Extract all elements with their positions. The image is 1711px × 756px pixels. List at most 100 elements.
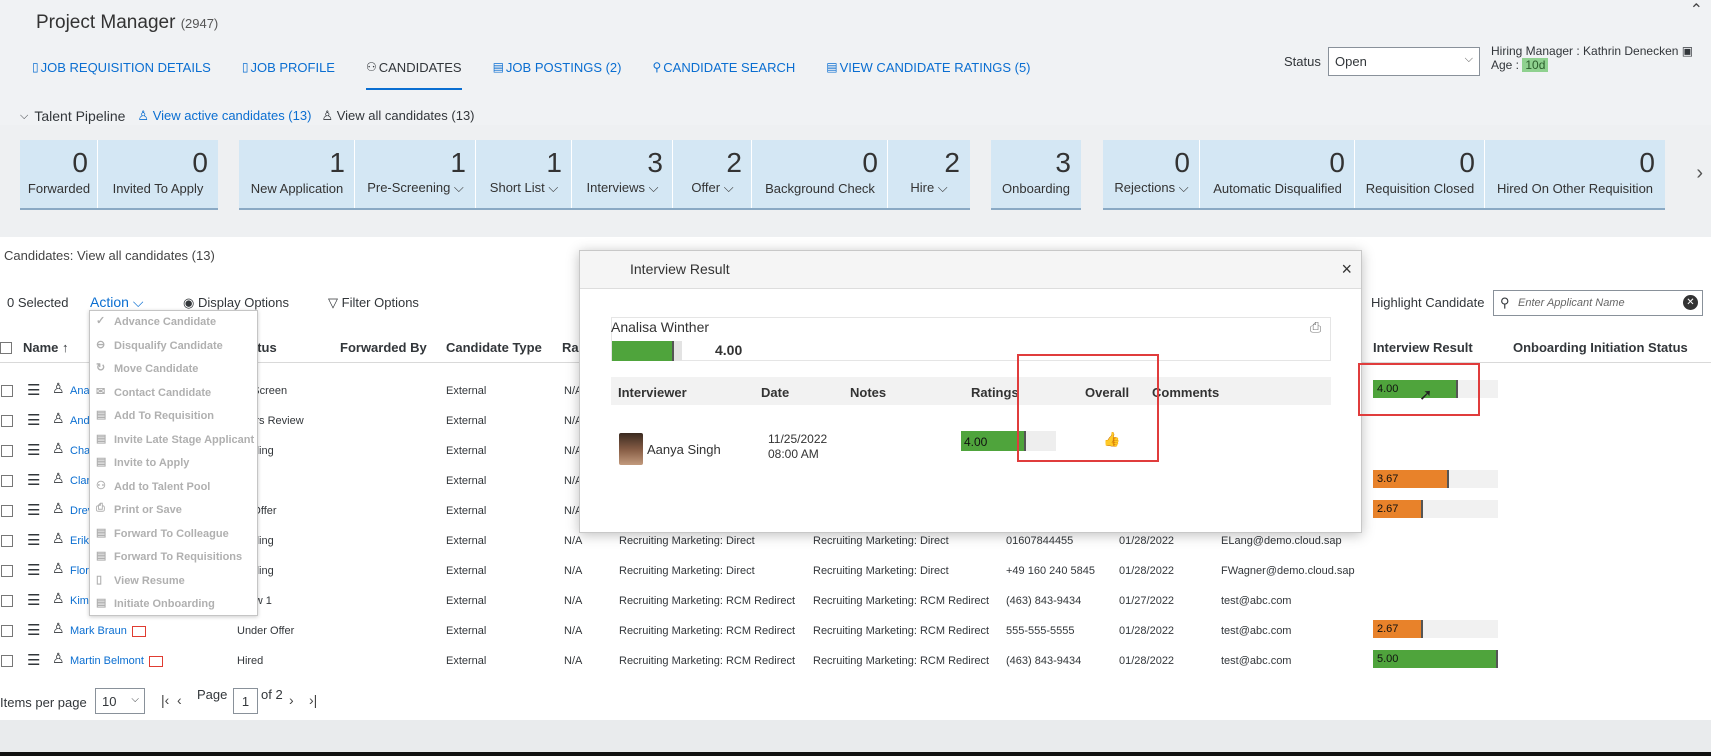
menu-item-invite-to-apply[interactable]: ▤ Invite to Apply: [90, 452, 259, 475]
view-active-candidates-link[interactable]: ♙ View active candidates (13): [137, 108, 311, 124]
row-checkbox[interactable]: [1, 535, 13, 547]
print-icon[interactable]: ⎙: [1310, 319, 1321, 336]
tile-interviews[interactable]: 3 Interviews ⌵: [572, 140, 673, 210]
column-onboarding-initiation-status[interactable]: Onboarding Initiation Status: [1513, 340, 1688, 355]
tile-forwarded[interactable]: 0 Forwarded: [20, 140, 98, 210]
row-checkbox[interactable]: [1, 625, 13, 637]
column-ra[interactable]: Ra: [562, 340, 579, 355]
menu-item-add-to-requisition[interactable]: ▤ Add To Requisition: [90, 405, 259, 428]
column-forwarded-by[interactable]: Forwarded By: [340, 340, 427, 355]
row-checkbox[interactable]: [1, 475, 13, 487]
row-checkbox[interactable]: [1, 445, 13, 457]
menu-item-invite-late-stage-applicant[interactable]: ▤ Invite Late Stage Applicant: [90, 429, 259, 452]
tab-job-postings[interactable]: ▤ JOB POSTINGS (2): [493, 60, 622, 90]
row-menu-icon[interactable]: ☰: [27, 531, 40, 549]
dialog-title: Interview Result: [630, 261, 730, 277]
page-input[interactable]: 1: [233, 688, 258, 714]
row-checkbox[interactable]: [1, 415, 13, 427]
action-menu-button[interactable]: Action ⌵: [90, 294, 143, 311]
row-menu-icon[interactable]: ☰: [27, 621, 40, 639]
tile-automatic-disqualified[interactable]: 0 Automatic Disqualified: [1200, 140, 1355, 210]
resume-icon[interactable]: [131, 625, 146, 637]
tile-background-check[interactable]: 0 Background Check: [752, 140, 888, 210]
last-page-icon[interactable]: ›|: [309, 692, 317, 708]
tile-short-list[interactable]: 1 Short List ⌵: [476, 140, 572, 210]
tile-hire[interactable]: 2 Hire ⌵: [888, 140, 970, 210]
view-all-candidates-link[interactable]: ♙ View all candidates (13): [321, 108, 474, 124]
candidate-name-link[interactable]: Flor: [70, 565, 89, 577]
tile-invited-to-apply[interactable]: 0 Invited To Apply: [98, 140, 218, 210]
clear-icon[interactable]: ✕: [1683, 295, 1698, 310]
candidate-name-link[interactable]: Martin Belmont: [70, 655, 163, 667]
close-icon[interactable]: ×: [1341, 259, 1352, 280]
tile-onboarding[interactable]: 3 Onboarding: [991, 140, 1081, 210]
row-menu-icon[interactable]: ☰: [27, 441, 40, 459]
column-interview-result[interactable]: Interview Result: [1373, 340, 1473, 355]
row-menu-icon[interactable]: ☰: [27, 471, 40, 489]
person-icon: ♙: [52, 650, 65, 666]
tab-view-candidate-ratings[interactable]: ▤ VIEW CANDIDATE RATINGS (5): [826, 60, 1030, 90]
row-menu-icon[interactable]: ☰: [27, 561, 40, 579]
candidate-name-link[interactable]: Mark Braun: [70, 625, 146, 637]
collapse-header-icon[interactable]: ⌃: [1690, 0, 1703, 20]
tab-job-profile[interactable]: ▯ JOB PROFILE: [242, 60, 335, 90]
tile-requisition-closed[interactable]: 0 Requisition Closed: [1355, 140, 1485, 210]
menu-item-forward-to-requisitions[interactable]: ▤ Forward To Requisitions: [90, 546, 259, 569]
status-select[interactable]: Open ⌵: [1328, 47, 1480, 76]
next-page-icon[interactable]: ›: [289, 692, 294, 708]
column-candidate-type[interactable]: Candidate Type: [446, 340, 542, 355]
menu-item-forward-to-colleague[interactable]: ▤ Forward To Colleague: [90, 523, 259, 546]
candidate-name-link[interactable]: Kim: [70, 595, 89, 607]
tile-pre-screening[interactable]: 1 Pre-Screening ⌵: [355, 140, 476, 210]
tab-candidates[interactable]: ⚇ CANDIDATES: [365, 60, 462, 90]
contact-card-icon[interactable]: ▣: [1682, 44, 1693, 58]
first-page-icon[interactable]: |‹: [161, 692, 169, 708]
interview-result-bar[interactable]: 5.00: [1373, 650, 1498, 668]
menu-item-print-or-save[interactable]: ⎙ Print or Save: [90, 499, 259, 522]
select-all-checkbox[interactable]: [0, 342, 12, 357]
candidate-name-link[interactable]: And: [70, 415, 90, 427]
tab-candidate-search[interactable]: ⚲ CANDIDATE SEARCH: [653, 60, 796, 90]
tile-hired-on-other-requisition[interactable]: 0 Hired On Other Requisition: [1485, 140, 1665, 210]
menu-item-view-resume[interactable]: ▯ View Resume: [90, 570, 259, 593]
candidate-name-link[interactable]: Cha: [70, 445, 90, 457]
menu-item-initiate-onboarding[interactable]: ▤ Initiate Onboarding: [90, 593, 259, 616]
column-name[interactable]: Name ↑: [23, 340, 69, 355]
chevron-right-icon[interactable]: ›: [1696, 162, 1703, 185]
interview-result-bar[interactable]: 3.67: [1373, 470, 1498, 488]
table-row[interactable]: ☰ ♙ Martin Belmont Hired External N/A Recruiti…: [0, 647, 1711, 677]
items-per-page-select[interactable]: 10 ⌵: [95, 688, 145, 714]
row-checkbox[interactable]: [1, 385, 13, 397]
tab-job-requisition-details[interactable]: ▯ JOB REQUISITION DETAILS: [32, 60, 211, 90]
display-options-button[interactable]: ◉ Display Options: [183, 295, 289, 311]
chevron-down-icon[interactable]: ⌵: [20, 110, 28, 123]
row-menu-icon[interactable]: ☰: [27, 411, 40, 429]
tile-new-application[interactable]: 1 New Application: [239, 140, 355, 210]
row-menu-icon[interactable]: ☰: [27, 381, 40, 399]
menu-item-add-to-talent-pool[interactable]: ⚇ Add to Talent Pool: [90, 476, 259, 499]
menu-item-contact-candidate[interactable]: ✉ Contact Candidate: [90, 382, 259, 405]
candidate-name-link[interactable]: Erik: [70, 535, 89, 547]
row-menu-icon[interactable]: ☰: [27, 591, 40, 609]
tile-rejections[interactable]: 0 Rejections ⌵: [1103, 140, 1200, 210]
date-cell: 01/28/2022: [1119, 655, 1175, 667]
row-menu-icon[interactable]: ☰: [27, 651, 40, 669]
row-checkbox[interactable]: [1, 565, 13, 577]
row-checkbox[interactable]: [1, 655, 13, 667]
menu-item-disqualify-candidate[interactable]: ⊖ Disqualify Candidate: [90, 335, 259, 358]
menu-item-advance-candidate[interactable]: ✓ Advance Candidate: [90, 311, 259, 334]
row-menu-icon[interactable]: ☰: [27, 501, 40, 519]
candidate-name-link[interactable]: Ana: [70, 385, 90, 397]
menu-item-move-candidate[interactable]: ↻ Move Candidate: [90, 358, 259, 381]
row-checkbox[interactable]: [1, 505, 13, 517]
applicant-search-input[interactable]: ⚲ Enter Applicant Name ✕: [1493, 290, 1703, 316]
resume-icon[interactable]: [148, 655, 163, 667]
row-checkbox[interactable]: [1, 595, 13, 607]
tile-offer[interactable]: 2 Offer ⌵: [673, 140, 752, 210]
table-row[interactable]: ☰ ♙ Mark Braun Under Offer External N/A Recrui…: [0, 617, 1711, 647]
interview-result-bar[interactable]: 2.67: [1373, 620, 1498, 638]
prev-page-icon[interactable]: ‹: [177, 692, 182, 708]
interview-result-bar[interactable]: 2.67: [1373, 500, 1498, 518]
filter-options-button[interactable]: ▽ Filter Options: [328, 295, 419, 311]
candidate-name-link[interactable]: Clar: [70, 475, 90, 487]
